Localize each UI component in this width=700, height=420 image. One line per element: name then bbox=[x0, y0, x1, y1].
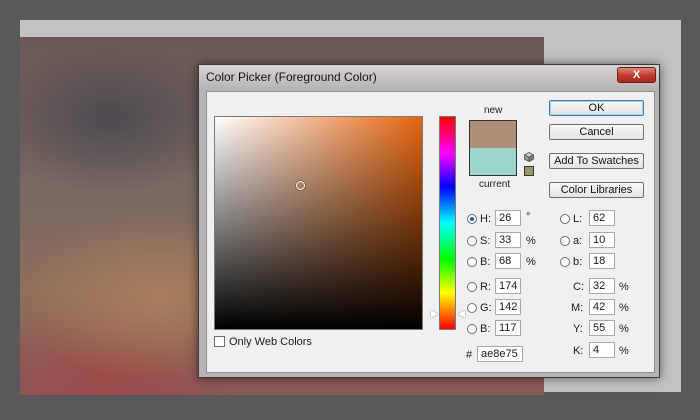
brightness-radio[interactable] bbox=[467, 257, 477, 267]
magenta-field[interactable]: 42 bbox=[589, 299, 615, 315]
hex-label: # bbox=[466, 349, 473, 361]
saturation-field[interactable]: 33 bbox=[495, 232, 521, 248]
lightness-label: L: bbox=[573, 213, 583, 225]
blue-label: B: bbox=[480, 323, 491, 335]
yellow-field[interactable]: 55 bbox=[589, 320, 615, 336]
saturation-unit: % bbox=[526, 235, 536, 247]
yellow-unit: % bbox=[619, 323, 629, 335]
current-color-label: current bbox=[479, 179, 511, 190]
black-field[interactable]: 4 bbox=[589, 342, 615, 358]
window-title: Color Picker (Foreground Color) bbox=[206, 70, 377, 84]
add-to-swatches-button[interactable]: Add To Swatches bbox=[549, 153, 644, 169]
red-field[interactable]: 174 bbox=[495, 278, 521, 294]
cancel-button[interactable]: Cancel bbox=[549, 124, 644, 140]
black-label: K: bbox=[573, 345, 584, 357]
gamut-cube-icon[interactable] bbox=[524, 152, 534, 162]
hue-slider[interactable] bbox=[439, 116, 456, 330]
lab-b-label: b: bbox=[573, 256, 583, 268]
black-unit: % bbox=[619, 345, 629, 357]
lab-b-radio[interactable] bbox=[560, 257, 570, 267]
cyan-field[interactable]: 32 bbox=[589, 278, 615, 294]
hue-slider-left-arrow-icon[interactable] bbox=[431, 310, 438, 318]
red-radio[interactable] bbox=[467, 282, 477, 292]
magenta-unit: % bbox=[619, 302, 629, 314]
hue-radio[interactable] bbox=[467, 214, 477, 224]
cyan-label: C: bbox=[573, 281, 584, 293]
brightness-label: B: bbox=[480, 256, 491, 268]
brightness-unit: % bbox=[526, 256, 536, 268]
green-field[interactable]: 142 bbox=[495, 299, 521, 315]
websafe-color-swatch[interactable] bbox=[524, 166, 534, 176]
blue-field[interactable]: 117 bbox=[495, 320, 521, 336]
hue-slider-right-arrow-icon[interactable] bbox=[458, 310, 465, 318]
saturation-radio[interactable] bbox=[467, 236, 477, 246]
title-bar[interactable]: Color Picker (Foreground Color) X bbox=[199, 65, 659, 87]
color-libraries-button[interactable]: Color Libraries bbox=[549, 182, 644, 198]
current-color-swatch[interactable] bbox=[469, 148, 517, 176]
hue-label: H: bbox=[480, 213, 491, 225]
red-label: R: bbox=[480, 281, 491, 293]
blue-radio[interactable] bbox=[467, 324, 477, 334]
only-web-colors-checkbox[interactable] bbox=[214, 336, 225, 347]
lightness-field[interactable]: 62 bbox=[589, 210, 615, 226]
lab-a-field[interactable]: 10 bbox=[589, 232, 615, 248]
lab-a-radio[interactable] bbox=[560, 236, 570, 246]
hue-unit: ° bbox=[526, 211, 531, 223]
magenta-label: M: bbox=[571, 302, 584, 314]
hex-field[interactable]: ae8e75 bbox=[477, 346, 523, 362]
lab-b-field[interactable]: 18 bbox=[589, 253, 615, 269]
color-field[interactable] bbox=[214, 116, 423, 330]
new-color-label: new bbox=[484, 105, 503, 116]
color-picker-dialog: Color Picker (Foreground Color) X new cu… bbox=[198, 64, 660, 378]
close-button[interactable]: X bbox=[617, 67, 656, 83]
lightness-radio[interactable] bbox=[560, 214, 570, 224]
green-label: G: bbox=[480, 302, 492, 314]
brightness-field[interactable]: 68 bbox=[495, 253, 521, 269]
ok-button[interactable]: OK bbox=[549, 100, 644, 116]
color-field-marker[interactable] bbox=[296, 181, 305, 190]
green-radio[interactable] bbox=[467, 303, 477, 313]
close-icon: X bbox=[632, 69, 641, 81]
only-web-colors-label: Only Web Colors bbox=[229, 336, 312, 348]
lab-a-label: a: bbox=[573, 235, 583, 247]
saturation-label: S: bbox=[480, 235, 491, 247]
yellow-label: Y: bbox=[573, 323, 583, 335]
hue-field[interactable]: 26 bbox=[495, 210, 521, 226]
cyan-unit: % bbox=[619, 281, 629, 293]
new-color-swatch bbox=[469, 120, 517, 148]
